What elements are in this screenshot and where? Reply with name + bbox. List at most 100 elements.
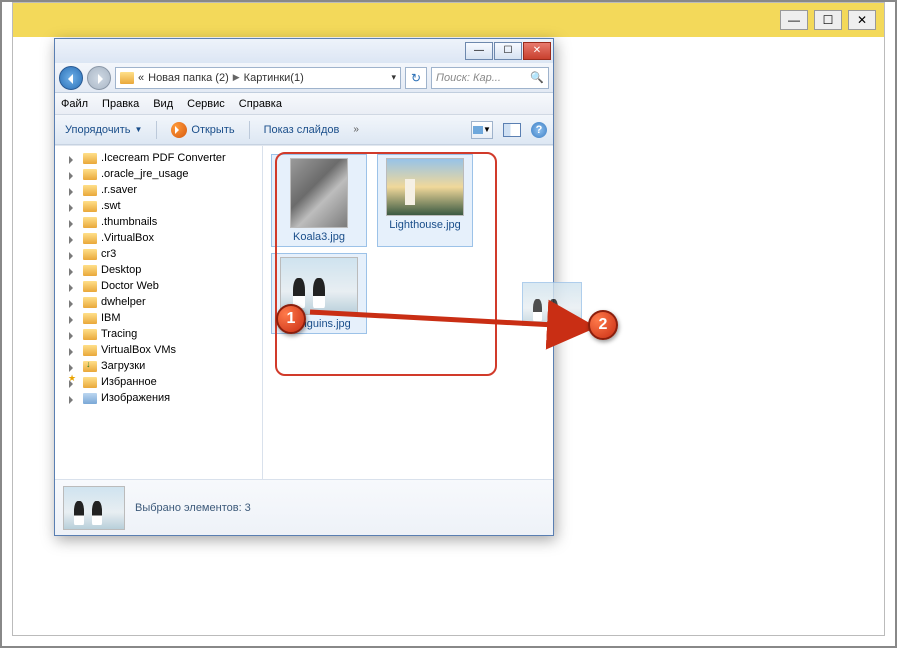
organize-button[interactable]: Упорядочить ▼ [61,122,146,138]
tree-item[interactable]: .r.saver [55,182,262,198]
view-button[interactable]: ▼ [471,121,493,139]
folder-icon [83,281,97,292]
breadcrumb-part-0[interactable]: Новая папка (2) [148,72,229,84]
tree-item-label: Doctor Web [101,280,159,292]
folder-icon [83,217,97,228]
slideshow-label: Показ слайдов [264,124,340,136]
breadcrumb-part-1[interactable]: Картинки(1) [244,72,304,84]
toolbar-separator [156,121,157,139]
address-bar[interactable]: « Новая папка (2) ▶ Картинки(1) ▾ [115,67,401,89]
tree-item[interactable]: cr3 [55,246,262,262]
tree-item-label: Изображения [101,392,170,404]
chevron-down-icon: ▼ [134,125,142,134]
tree-item[interactable]: .swt [55,198,262,214]
folder-icon [83,361,97,372]
thumbnail[interactable]: Lighthouse.jpg [377,154,473,247]
tree-item[interactable]: Doctor Web [55,278,262,294]
folder-icon [120,72,134,84]
thumbnail-image [290,158,348,228]
archive-maximize-button[interactable]: ☐ [814,10,842,30]
folder-icon [83,265,97,276]
annotation-marker-2: 2 [588,310,618,340]
overflow-icon[interactable]: » [353,124,357,135]
tree-item[interactable]: .VirtualBox [55,230,262,246]
thumbnail-caption: Koala3.jpg [293,231,345,243]
explorer-menubar: Файл Правка Вид Сервис Справка [55,93,553,115]
tree-item[interactable]: Desktop [55,262,262,278]
tree-item[interactable]: IBM [55,310,262,326]
chevron-down-icon[interactable]: ▾ [391,72,396,83]
folder-icon [83,345,97,356]
drag-ghost [522,282,582,326]
folder-icon [83,329,97,340]
explorer-toolbar: Упорядочить ▼ Открыть Показ слайдов » ▼ … [55,115,553,145]
menu-help[interactable]: Справка [239,98,282,110]
explorer-maximize-button[interactable]: ☐ [494,42,522,60]
breadcrumb-prefix: « [138,72,144,84]
tree-item[interactable]: .Icecream PDF Converter [55,150,262,166]
tree-item-label: .VirtualBox [101,232,154,244]
folder-icon [83,233,97,244]
preview-pane-button[interactable] [503,123,521,137]
explorer-minimize-button[interactable]: — [465,42,493,60]
thumbnail[interactable]: Koala3.jpg [271,154,367,247]
menu-view[interactable]: Вид [153,98,173,110]
open-label: Открыть [191,124,234,136]
tree-item-label: Избранное [101,376,157,388]
thumbnail-pane[interactable]: Koala3.jpgLighthouse.jpgPenguins.jpg [263,146,553,479]
tree-item-label: .thumbnails [101,216,157,228]
menu-file[interactable]: Файл [61,98,88,110]
tree-item[interactable]: Избранное [55,374,262,390]
tree-item[interactable]: Tracing [55,326,262,342]
folder-icon [83,153,97,164]
status-text: Выбрано элементов: 3 [135,502,251,514]
back-button[interactable] [59,66,83,90]
tree-item[interactable]: VirtualBox VMs [55,342,262,358]
status-bar: Выбрано элементов: 3 [55,479,553,535]
explorer-nav: « Новая папка (2) ▶ Картинки(1) ▾ ↻ Поис… [55,63,553,93]
status-thumbnail [63,486,125,530]
tree-item[interactable]: .oracle_jre_usage [55,166,262,182]
tree-item-label: IBM [101,312,121,324]
slideshow-button[interactable]: Показ слайдов [260,122,344,138]
menu-tools[interactable]: Сервис [187,98,225,110]
tree-item[interactable]: .thumbnails [55,214,262,230]
tree-item-label: .r.saver [101,184,137,196]
folder-icon [83,201,97,212]
folder-icon [83,185,97,196]
archive-close-button[interactable]: ✕ [848,10,876,30]
folder-icon [83,297,97,308]
tree-item-label: .Icecream PDF Converter [101,152,226,164]
tree-item-label: dwhelper [101,296,146,308]
folder-tree[interactable]: .Icecream PDF Converter .oracle_jre_usage… [55,146,263,479]
tree-item-label: .oracle_jre_usage [101,168,188,180]
chevron-right-icon: ▶ [233,72,240,83]
forward-button[interactable] [87,66,111,90]
refresh-button[interactable]: ↻ [405,67,427,89]
search-icon: 🔍 [530,71,544,84]
help-icon[interactable]: ? [531,122,547,138]
tree-item-label: Tracing [101,328,137,340]
menu-edit[interactable]: Правка [102,98,139,110]
folder-icon [83,377,97,388]
open-button[interactable]: Открыть [167,120,238,140]
annotation-marker-1: 1 [276,304,306,334]
folder-icon [83,313,97,324]
tree-item[interactable]: dwhelper [55,294,262,310]
thumbnail-image [386,158,464,216]
archive-minimize-button[interactable]: — [780,10,808,30]
tree-item-label: Desktop [101,264,141,276]
tree-item[interactable]: Загрузки [55,358,262,374]
explorer-window: — ☐ ✕ « Новая папка (2) ▶ Картинки(1) ▾ … [54,38,554,536]
tree-item-label: VirtualBox VMs [101,344,176,356]
search-input[interactable]: Поиск: Кар... 🔍 [431,67,549,89]
tree-item[interactable]: Изображения [55,390,262,406]
open-icon [171,122,187,138]
explorer-close-button[interactable]: ✕ [523,42,551,60]
archive-titlebar: — ☐ ✕ [13,3,884,37]
tree-item-label: .swt [101,200,121,212]
tree-item-label: Загрузки [101,360,145,372]
tree-item-label: cr3 [101,248,116,260]
thumbnail-caption: Lighthouse.jpg [389,219,461,231]
folder-icon [83,393,97,404]
